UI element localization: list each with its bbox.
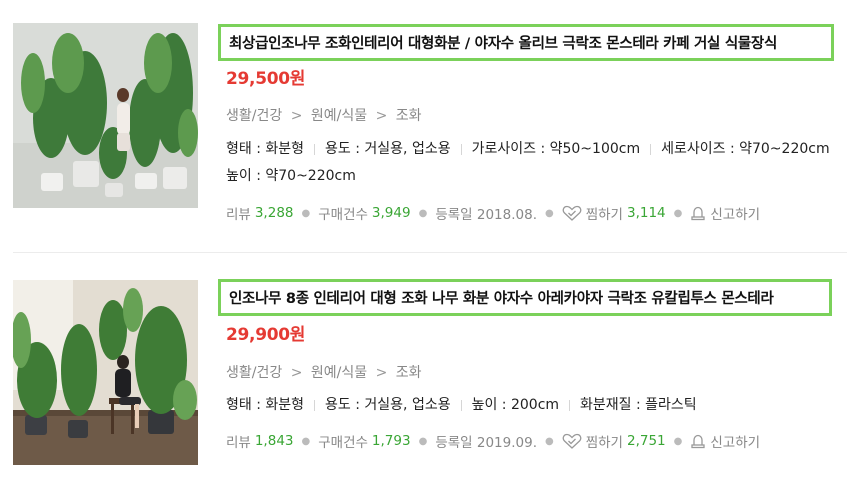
wish-label: 찜하기 bbox=[585, 207, 623, 223]
product-price: 29,500원 bbox=[226, 69, 306, 89]
spec-item: 세로사이즈 : 약70~220cm bbox=[661, 141, 830, 157]
product-thumbnail[interactable] bbox=[13, 280, 198, 465]
spec-item: 용도 : 거실용, 업소용 bbox=[325, 397, 451, 413]
report-button[interactable]: 신고하기 bbox=[690, 431, 760, 451]
product-specs: 형태 : 화분형 용도 : 거실용, 업소용 높이 : 200cm 화분재질 : 플라… bbox=[226, 392, 841, 419]
wish-label: 찜하기 bbox=[585, 435, 623, 451]
category-level-3[interactable]: 조화 bbox=[396, 365, 422, 381]
heart-check-icon bbox=[562, 205, 582, 221]
spec-divider bbox=[314, 399, 316, 411]
report-label: 신고하기 bbox=[710, 435, 761, 451]
meta-dot: ● bbox=[301, 435, 311, 447]
spec-item: 가로사이즈 : 약50~100cm bbox=[471, 141, 641, 157]
plants-photo bbox=[13, 280, 198, 465]
category-breadcrumb: 생활/건강 > 원예/식물 > 조화 bbox=[226, 105, 422, 125]
spec-item: 화분재질 : 플라스틱 bbox=[580, 397, 697, 413]
breadcrumb-separator: > bbox=[290, 365, 303, 381]
siren-bell-icon bbox=[691, 206, 706, 221]
spec-item: 높이 : 200cm bbox=[471, 397, 560, 413]
spec-divider bbox=[460, 399, 462, 411]
purchase-count: 3,949 bbox=[371, 205, 411, 221]
meta-dot: ● bbox=[418, 207, 428, 219]
breadcrumb-separator: > bbox=[375, 108, 388, 124]
meta-dot: ● bbox=[544, 207, 554, 219]
siren-bell-icon bbox=[691, 434, 706, 449]
registered-date: 등록일 2018.08. bbox=[435, 207, 537, 223]
review-label: 리뷰 bbox=[226, 435, 251, 451]
spec-divider bbox=[314, 143, 316, 155]
product-title-box: 인조나무 8종 인테리어 대형 조화 나무 화분 야자수 아레카야자 극락조 유… bbox=[218, 279, 832, 316]
wish-button[interactable]: 찜하기 2,751 bbox=[562, 431, 666, 451]
product-title-link[interactable]: 최상급인조나무 조화인테리어 대형화분 / 야자수 올리브 극락조 몬스테라 카… bbox=[229, 32, 777, 53]
item-divider bbox=[13, 252, 847, 253]
report-button[interactable]: 신고하기 bbox=[690, 203, 760, 223]
plants-photo bbox=[13, 23, 198, 208]
product-title-box: 최상급인조나무 조화인테리어 대형화분 / 야자수 올리브 극락조 몬스테라 카… bbox=[218, 24, 834, 61]
category-level-2[interactable]: 원예/식물 bbox=[311, 365, 367, 381]
product-price: 29,900원 bbox=[226, 325, 306, 345]
meta-dot: ● bbox=[673, 435, 683, 447]
report-label: 신고하기 bbox=[710, 207, 761, 223]
wish-count: 2,751 bbox=[626, 433, 666, 449]
product-meta: 리뷰 3,288 ● 구매건수 3,949 ● 등록일 2018.08. ● 찜… bbox=[226, 203, 760, 223]
spec-divider bbox=[569, 399, 571, 411]
meta-dot: ● bbox=[301, 207, 311, 219]
category-level-1[interactable]: 생활/건강 bbox=[226, 108, 282, 124]
purchase-label: 구매건수 bbox=[318, 435, 368, 451]
review-count[interactable]: 3,288 bbox=[255, 205, 294, 221]
category-level-1[interactable]: 생활/건강 bbox=[226, 365, 282, 381]
product-meta: 리뷰 1,843 ● 구매건수 1,793 ● 등록일 2019.09. ● 찜… bbox=[226, 431, 760, 451]
breadcrumb-separator: > bbox=[290, 108, 303, 124]
product-specs: 형태 : 화분형 용도 : 거실용, 업소용 가로사이즈 : 약50~100cm 세로… bbox=[226, 136, 841, 190]
category-level-2[interactable]: 원예/식물 bbox=[311, 108, 367, 124]
review-label: 리뷰 bbox=[226, 207, 251, 223]
spec-item: 형태 : 화분형 bbox=[226, 397, 305, 413]
meta-dot: ● bbox=[544, 435, 554, 447]
heart-check-icon bbox=[562, 433, 582, 449]
spec-item: 높이 : 약70~220cm bbox=[226, 168, 356, 184]
spec-divider bbox=[460, 143, 462, 155]
product-thumbnail[interactable] bbox=[13, 23, 198, 208]
review-count[interactable]: 1,843 bbox=[255, 433, 294, 449]
breadcrumb-separator: > bbox=[375, 365, 388, 381]
category-level-3[interactable]: 조화 bbox=[396, 108, 422, 124]
category-breadcrumb: 생활/건강 > 원예/식물 > 조화 bbox=[226, 362, 422, 382]
spec-divider bbox=[650, 143, 652, 155]
wish-button[interactable]: 찜하기 3,114 bbox=[562, 203, 666, 223]
product-title-link[interactable]: 인조나무 8종 인테리어 대형 조화 나무 화분 야자수 아레카야자 극락조 유… bbox=[229, 287, 774, 308]
wish-count: 3,114 bbox=[626, 205, 666, 221]
meta-dot: ● bbox=[673, 207, 683, 219]
spec-item: 형태 : 화분형 bbox=[226, 141, 305, 157]
purchase-label: 구매건수 bbox=[318, 207, 368, 223]
purchase-count: 1,793 bbox=[371, 433, 411, 449]
spec-item: 용도 : 거실용, 업소용 bbox=[325, 141, 451, 157]
registered-date: 등록일 2019.09. bbox=[435, 435, 537, 451]
meta-dot: ● bbox=[418, 435, 428, 447]
